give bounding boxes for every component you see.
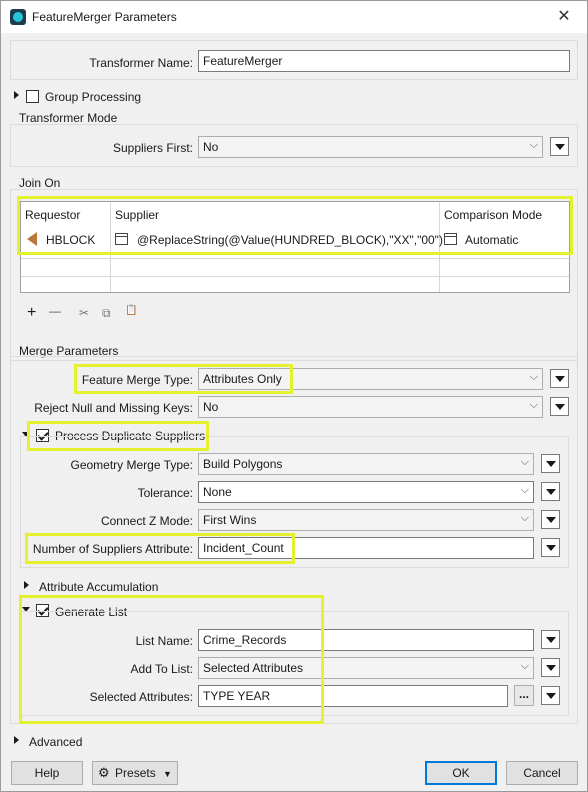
feature-merge-type-highlight <box>74 364 293 394</box>
title-bar: FeatureMerger Parameters ✕ <box>1 1 587 33</box>
reject-null-menu-button[interactable] <box>550 397 569 416</box>
join-on-highlight <box>17 196 573 255</box>
feature-merger-dialog: FeatureMerger Parameters ✕ Transformer N… <box>0 0 588 792</box>
connect-z-value: First Wins <box>203 513 257 527</box>
connect-z-select[interactable]: First Wins ⌵ <box>198 509 534 531</box>
cut-icon[interactable]: ✂ <box>79 306 89 320</box>
num-suppliers-highlight <box>25 533 295 564</box>
geometry-merge-type-label: Geometry Merge Type: <box>70 458 194 472</box>
paste-icon[interactable]: 📋 <box>125 305 137 316</box>
geometry-merge-type-menu-button[interactable] <box>541 454 560 473</box>
suppliers-first-label: Suppliers First: <box>112 141 193 155</box>
join-on-title: Join On <box>19 176 61 190</box>
attribute-accumulation-expand-icon[interactable] <box>24 581 29 589</box>
group-processing-expand-icon[interactable] <box>14 91 19 99</box>
help-button[interactable]: Help <box>11 761 83 785</box>
geometry-merge-type-select[interactable]: Build Polygons ⌵ <box>198 453 534 475</box>
feature-merge-type-menu-button[interactable] <box>550 369 569 388</box>
chevron-down-icon: ▼ <box>163 769 172 779</box>
suppliers-first-value: No <box>203 140 219 154</box>
transformer-mode-title: Transformer Mode <box>19 111 118 125</box>
advanced-expand-icon[interactable] <box>14 736 19 744</box>
window-title: FeatureMerger Parameters <box>32 10 177 24</box>
add-to-list-menu-button[interactable] <box>541 658 560 677</box>
add-row-icon[interactable]: + <box>27 304 36 322</box>
remove-row-icon[interactable]: — <box>49 304 61 318</box>
tolerance-select[interactable]: None ⌵ <box>198 481 534 503</box>
tolerance-value: None <box>203 485 232 499</box>
copy-icon[interactable]: ⧉ <box>102 306 111 321</box>
reject-null-label: Reject Null and Missing Keys: <box>34 401 193 415</box>
chevron-down-icon: ⌵ <box>529 139 538 151</box>
reject-null-select[interactable]: No ⌵ <box>198 396 543 418</box>
gear-icon: ⚙ <box>98 765 110 780</box>
close-icon[interactable]: ✕ <box>549 5 579 29</box>
app-icon <box>10 9 26 25</box>
ok-button[interactable]: OK <box>425 761 497 785</box>
tolerance-menu-button[interactable] <box>541 482 560 501</box>
chevron-down-icon: ⌵ <box>520 660 529 672</box>
chevron-down-icon: ⌵ <box>520 512 529 524</box>
chevron-down-icon: ⌵ <box>529 399 538 411</box>
generate-list-highlight <box>19 595 324 724</box>
connect-z-label: Connect Z Mode: <box>100 514 193 528</box>
group-processing-label: Group Processing <box>45 90 142 104</box>
reject-null-value: No <box>203 400 219 414</box>
geometry-merge-type-value: Build Polygons <box>203 457 283 471</box>
selected-attributes-browse-button[interactable]: ... <box>514 685 534 706</box>
suppliers-first-select[interactable]: No ⌵ <box>198 136 543 158</box>
connect-z-menu-button[interactable] <box>541 510 560 529</box>
group-processing-checkbox[interactable] <box>26 90 39 103</box>
transformer-name-label: Transformer Name: <box>89 56 193 70</box>
row-divider <box>21 276 569 277</box>
row-divider <box>21 258 569 259</box>
dialog-content: Transformer Name: FeatureMerger Group Pr… <box>1 33 587 791</box>
transformer-name-input[interactable]: FeatureMerger <box>198 50 570 72</box>
advanced-label[interactable]: Advanced <box>29 735 82 749</box>
list-name-menu-button[interactable] <box>541 630 560 649</box>
tolerance-label: Tolerance: <box>137 486 193 500</box>
cancel-button[interactable]: Cancel <box>506 761 578 785</box>
chevron-down-icon: ⌵ <box>520 456 529 468</box>
presets-button[interactable]: ⚙ Presets ▼ <box>92 761 178 785</box>
chevron-down-icon: ⌵ <box>520 484 529 496</box>
selected-attributes-menu-button[interactable] <box>541 686 560 705</box>
presets-label: Presets <box>115 766 156 780</box>
num-suppliers-menu-button[interactable] <box>541 538 560 557</box>
process-duplicates-highlight <box>27 421 209 451</box>
chevron-down-icon: ⌵ <box>529 371 538 383</box>
attribute-accumulation-label[interactable]: Attribute Accumulation <box>39 580 158 594</box>
suppliers-first-menu-button[interactable] <box>550 137 569 156</box>
